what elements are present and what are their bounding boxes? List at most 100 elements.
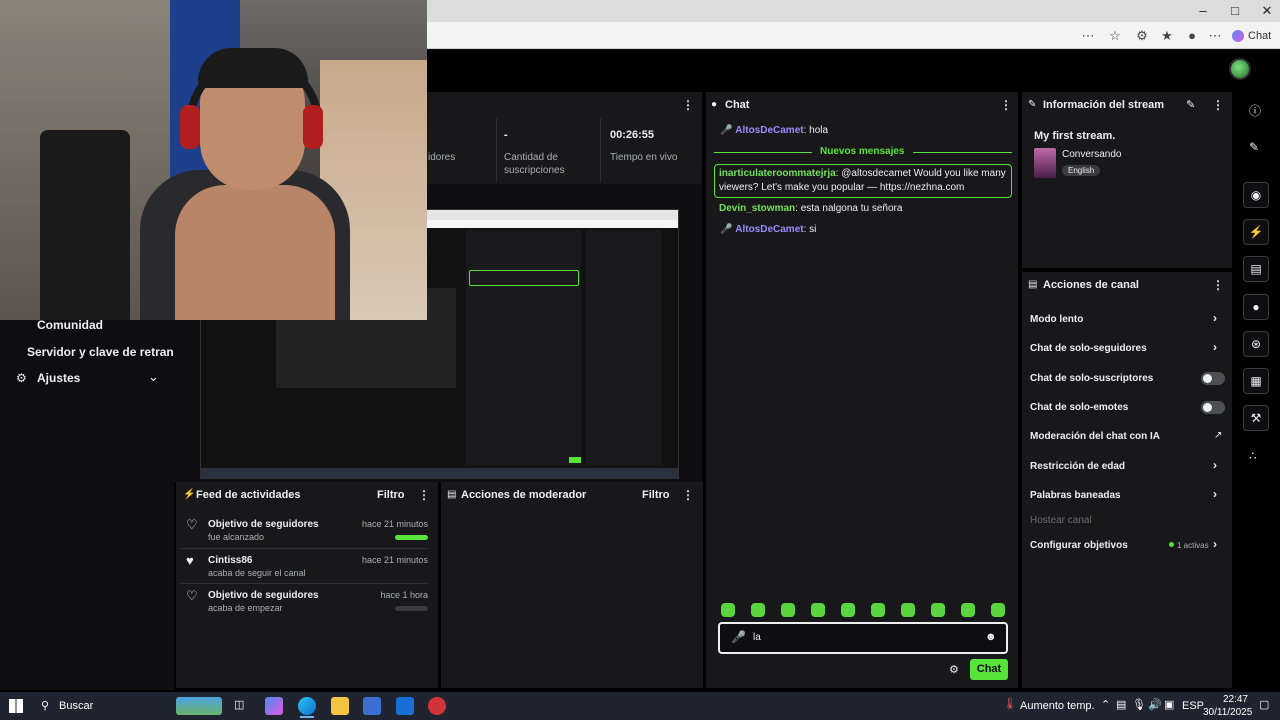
taskbar-search[interactable]: Buscar bbox=[59, 700, 93, 712]
obs-icon[interactable] bbox=[428, 697, 446, 715]
edit-icon[interactable]: ✎ bbox=[1186, 98, 1195, 111]
profile-icon[interactable]: ● bbox=[1183, 27, 1201, 45]
feed-filter-button[interactable]: Filtro bbox=[377, 489, 405, 501]
stat-label-subs: Cantidad de suscripciones bbox=[504, 152, 565, 176]
clipboard-icon: ▤ bbox=[447, 489, 457, 500]
volume-icon[interactable]: 🔊 bbox=[1148, 698, 1162, 711]
emote-icon[interactable] bbox=[841, 603, 855, 617]
clock-date[interactable]: 30/11/2025 bbox=[1203, 707, 1252, 718]
chat-more-icon[interactable]: ⋮ bbox=[1000, 98, 1012, 112]
reader-icon[interactable]: ⋯ bbox=[1079, 27, 1097, 45]
action-slow-mode[interactable]: Modo lento bbox=[1030, 314, 1083, 325]
copilot-button[interactable]: Chat bbox=[1232, 26, 1276, 46]
settings-gear-icon[interactable]: ⚙ bbox=[949, 663, 959, 676]
emotes-only-toggle[interactable] bbox=[1201, 401, 1225, 414]
action-emotes-only[interactable]: Chat de solo-emotes bbox=[1030, 402, 1128, 413]
stream-info-title: Información del stream bbox=[1043, 99, 1165, 111]
action-subscribers-only[interactable]: Chat de solo-suscriptores bbox=[1030, 373, 1153, 384]
action-configure-goals[interactable]: Configurar objetivos bbox=[1030, 540, 1128, 551]
chat-send-button[interactable]: Chat bbox=[970, 659, 1008, 680]
lightning-icon[interactable]: ⚡ bbox=[1243, 219, 1269, 245]
copilot-app-icon[interactable] bbox=[265, 697, 283, 715]
emote-icon[interactable] bbox=[871, 603, 885, 617]
notifications-icon[interactable]: ▢ bbox=[1259, 698, 1269, 711]
nav-item-comunidad[interactable]: Comunidad bbox=[37, 318, 103, 332]
action-banned-words[interactable]: Palabras baneadas bbox=[1030, 490, 1121, 501]
chevron-right-icon[interactable]: › bbox=[1213, 458, 1217, 472]
chat-message-text: : hola bbox=[803, 125, 829, 136]
file-explorer-icon[interactable] bbox=[331, 697, 349, 715]
chat-message: 🎤 AltosDeCamet: si bbox=[720, 223, 1010, 237]
search-icon[interactable]: ⚲ bbox=[41, 699, 49, 712]
language-indicator[interactable]: ESP bbox=[1182, 700, 1204, 712]
chevron-right-icon[interactable]: › bbox=[1213, 340, 1217, 354]
nav-item-servidor[interactable]: Servidor y clave de retrans bbox=[27, 345, 180, 359]
emote-icon[interactable] bbox=[751, 603, 765, 617]
star-icon[interactable]: ☆ bbox=[1106, 27, 1124, 45]
channel-actions-panel bbox=[1022, 272, 1232, 688]
feed-item-title: Objetivo de seguidores bbox=[208, 590, 319, 601]
moderator-filter-button[interactable]: Filtro bbox=[642, 489, 670, 501]
action-host-channel[interactable]: Hostear canal bbox=[1030, 515, 1092, 526]
emote-icon[interactable] bbox=[931, 603, 945, 617]
mail-icon[interactable] bbox=[396, 697, 414, 715]
feed-item-title: Objetivo de seguidores bbox=[208, 519, 319, 530]
battery-icon[interactable]: ▣ bbox=[1164, 698, 1174, 711]
external-link-icon[interactable]: ↗ bbox=[1214, 430, 1222, 441]
stream-category[interactable]: Conversando bbox=[1062, 149, 1121, 160]
extensions-icon[interactable]: ⚙ bbox=[1133, 27, 1151, 45]
chat-username[interactable]: AltosDeCamet bbox=[735, 125, 803, 136]
store-icon[interactable] bbox=[363, 697, 381, 715]
info-icon[interactable]: ⓘ bbox=[1249, 102, 1261, 119]
subscribers-only-toggle[interactable] bbox=[1201, 372, 1225, 385]
document-icon[interactable]: ▤ bbox=[1243, 256, 1269, 282]
favorites-icon[interactable]: ★ bbox=[1158, 27, 1176, 45]
chevron-right-icon[interactable]: › bbox=[1213, 537, 1217, 551]
chat-input-text[interactable]: la bbox=[753, 632, 761, 643]
moderator-more-icon[interactable]: ⋮ bbox=[682, 488, 694, 502]
chevron-right-icon[interactable]: › bbox=[1213, 311, 1217, 325]
chevron-right-icon[interactable]: › bbox=[1213, 487, 1217, 501]
chat-bubble-icon[interactable]: ● bbox=[1243, 294, 1269, 320]
emoji-icon[interactable]: ☻ bbox=[985, 631, 997, 643]
task-view-icon[interactable]: ◫ bbox=[234, 698, 244, 711]
camera-icon[interactable]: ◉ bbox=[1243, 182, 1269, 208]
network-icon[interactable]: ▤ bbox=[1116, 698, 1126, 711]
stream-info-more-icon[interactable]: ⋮ bbox=[1212, 98, 1224, 112]
layout-icon[interactable]: ▦ bbox=[1243, 368, 1269, 394]
chat-input-box[interactable] bbox=[718, 622, 1008, 654]
action-ai-moderation[interactable]: Moderación del chat con IA bbox=[1030, 431, 1160, 442]
chat-username[interactable]: inarticulateroommatejrja bbox=[719, 168, 836, 179]
more-icon[interactable]: ⋯ bbox=[1206, 27, 1224, 45]
emote-icon[interactable] bbox=[781, 603, 795, 617]
edge-icon[interactable] bbox=[298, 697, 316, 715]
emote-icon[interactable] bbox=[991, 603, 1005, 617]
feed-more-icon[interactable]: ⋮ bbox=[418, 488, 430, 502]
maximize-button[interactable]: □ bbox=[1218, 0, 1252, 22]
clock-time[interactable]: 22:47 bbox=[1214, 694, 1248, 705]
minimize-button[interactable]: – bbox=[1186, 0, 1220, 22]
user-avatar[interactable] bbox=[1229, 58, 1251, 80]
pencil-icon[interactable]: ✎ bbox=[1249, 140, 1259, 154]
broadcast-icon[interactable]: ⊛ bbox=[1243, 331, 1269, 357]
weather-label[interactable]: Aumento temp. bbox=[1020, 700, 1095, 712]
windows-start-icon[interactable] bbox=[9, 699, 23, 713]
microphone-icon[interactable]: 🎙 bbox=[1132, 698, 1146, 711]
nav-item-ajustes[interactable]: Ajustes bbox=[37, 371, 80, 385]
chat-username[interactable]: AltosDeCamet bbox=[735, 224, 803, 235]
emote-icon[interactable] bbox=[901, 603, 915, 617]
chevron-down-icon[interactable]: ⌄ bbox=[148, 369, 159, 385]
channel-actions-more-icon[interactable]: ⋮ bbox=[1212, 278, 1224, 292]
close-window-button[interactable]: ✕ bbox=[1250, 0, 1280, 22]
chat-username[interactable]: Devin_stowman bbox=[719, 203, 795, 214]
chevron-up-icon[interactable]: ⌃ bbox=[1101, 698, 1110, 711]
action-followers-only[interactable]: Chat de solo-seguidores bbox=[1030, 343, 1147, 354]
action-age-restriction[interactable]: Restricción de edad bbox=[1030, 461, 1125, 472]
stats-more-icon[interactable]: ⋮ bbox=[682, 98, 694, 112]
emote-icon[interactable] bbox=[721, 603, 735, 617]
emote-icon[interactable] bbox=[811, 603, 825, 617]
emote-icon[interactable] bbox=[961, 603, 975, 617]
mic-icon[interactable]: 🎤 bbox=[731, 630, 746, 644]
wrench-icon[interactable]: ⚒ bbox=[1243, 405, 1269, 431]
dots-cluster-icon[interactable]: ∴ bbox=[1249, 449, 1257, 463]
